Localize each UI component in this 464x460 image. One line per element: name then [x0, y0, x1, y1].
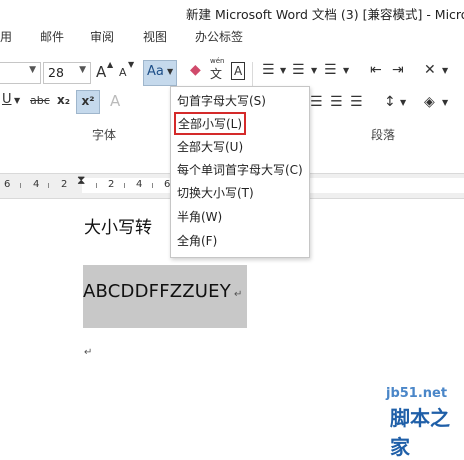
selected-text: ABCDDFFZZUEY: [83, 281, 231, 302]
ruler-number: 2: [108, 179, 115, 190]
menu-item-full-width[interactable]: 全角(F): [177, 232, 217, 249]
font-size-value: 28: [48, 65, 64, 80]
chevron-down-icon[interactable]: ▼: [343, 66, 349, 75]
tab-mailings[interactable]: 邮件: [40, 28, 64, 45]
tab-truncated[interactable]: 用: [0, 28, 12, 45]
watermark-text: 脚本之家: [390, 406, 450, 459]
shading-icon[interactable]: ◈: [424, 94, 435, 110]
bullets-icon[interactable]: ☰: [262, 62, 275, 78]
chevron-down-icon[interactable]: ▼: [280, 66, 286, 75]
menu-item-sentence-case[interactable]: 句首字母大写(S): [177, 92, 266, 109]
tab-view[interactable]: 视图: [143, 28, 167, 45]
chevron-down-icon[interactable]: ▼: [400, 98, 406, 107]
ruler-number: 6: [4, 179, 11, 190]
justify-icon[interactable]: ☰: [350, 94, 363, 110]
menu-item-toggle-case[interactable]: 切换大小写(T): [177, 184, 254, 201]
shrink-arrow-icon: ▼: [128, 60, 135, 69]
watermark: jb51.net 脚本之家: [386, 378, 464, 459]
ruler-number: 2: [61, 179, 68, 190]
ruler-tick: [152, 183, 153, 188]
subscript-button[interactable]: x₂: [57, 93, 70, 107]
align-right-icon[interactable]: ☰: [330, 94, 343, 110]
menu-item-capitalize-each-word[interactable]: 每个单词首字母大写(C): [177, 161, 303, 178]
font-group-label: 字体: [92, 128, 117, 142]
menu-item-half-width[interactable]: 半角(W): [177, 208, 222, 225]
paragraph-mark: ↵: [84, 347, 93, 358]
font-name-combo[interactable]: ▼: [0, 62, 41, 84]
tab-review[interactable]: 审阅: [90, 28, 114, 45]
chinese-layout-icon[interactable]: ✕: [424, 62, 436, 78]
ruler-number: 4: [136, 179, 143, 190]
chevron-down-icon[interactable]: ▼: [442, 98, 448, 107]
menu-item-uppercase[interactable]: 全部大写(U): [177, 138, 243, 155]
multilevel-list-icon[interactable]: ☰: [324, 62, 337, 78]
tab-office-tab[interactable]: 办公标签: [195, 28, 243, 45]
strikethrough-button[interactable]: abc: [30, 94, 50, 107]
chevron-down-icon: ▼: [167, 67, 174, 76]
char-border-button[interactable]: A: [231, 62, 246, 80]
ribbon-tabs: 用 邮件 审阅 视图 办公标签: [0, 24, 464, 48]
font-row-1: ▼ 28 ▼ A ▲ A ▼ Aa ▼ ◆ wén 文 A ☰ ▼ ☰ ▼ ☰ …: [0, 57, 464, 140]
grow-arrow-icon: ▲: [107, 60, 114, 69]
chevron-down-icon[interactable]: ▼: [79, 65, 86, 75]
paragraph-mark: ↵: [234, 289, 243, 300]
change-case-button[interactable]: Aa ▼: [143, 60, 177, 86]
watermark-url: jb51.net: [386, 386, 448, 401]
indent-marker-icon[interactable]: ⧗: [77, 173, 85, 188]
shrink-font-button[interactable]: A: [119, 66, 127, 79]
decrease-indent-icon[interactable]: ⇤: [370, 62, 382, 78]
chevron-down-icon[interactable]: ▼: [14, 96, 20, 105]
ruler-number: 4: [33, 179, 40, 190]
clear-format-icon[interactable]: ◆: [190, 62, 201, 78]
ruler-tick: [20, 183, 21, 188]
chevron-down-icon[interactable]: ▼: [311, 66, 317, 75]
selected-text-block[interactable]: ABCDDFFZZUEY ↵: [83, 265, 247, 328]
grow-font-button[interactable]: A: [96, 63, 106, 81]
align-center-icon[interactable]: ☰: [310, 94, 323, 110]
font-size-combo[interactable]: 28 ▼: [43, 62, 91, 84]
document-text-line[interactable]: 大小写转: [84, 213, 152, 238]
chevron-down-icon[interactable]: ▼: [29, 65, 36, 75]
chevron-down-icon[interactable]: ▼: [442, 66, 448, 75]
title-bar: 新建 Microsoft Word 文档 (3) [兼容模式] - Micros: [0, 0, 464, 22]
underline-button[interactable]: U: [2, 92, 12, 107]
change-case-label: Aa: [147, 64, 164, 79]
increase-indent-icon[interactable]: ⇥: [392, 62, 404, 78]
superscript-button[interactable]: x²: [76, 90, 100, 114]
line-spacing-icon[interactable]: ↕: [384, 94, 396, 110]
ruler-tick: [48, 183, 49, 188]
paragraph-group-label: 段落: [371, 128, 396, 142]
window-title: 新建 Microsoft Word 文档 (3) [兼容模式] - Micros: [186, 7, 464, 22]
numbering-icon[interactable]: ☰: [292, 62, 305, 78]
ruler-tick: [124, 183, 125, 188]
change-case-menu: 句首字母大写(S) 全部小写(L) 全部大写(U) 每个单词首字母大写(C) 切…: [170, 86, 310, 258]
ruler-tick: [96, 183, 97, 188]
text-effect-button[interactable]: A: [110, 92, 120, 110]
menu-item-lowercase[interactable]: 全部小写(L): [174, 112, 247, 135]
